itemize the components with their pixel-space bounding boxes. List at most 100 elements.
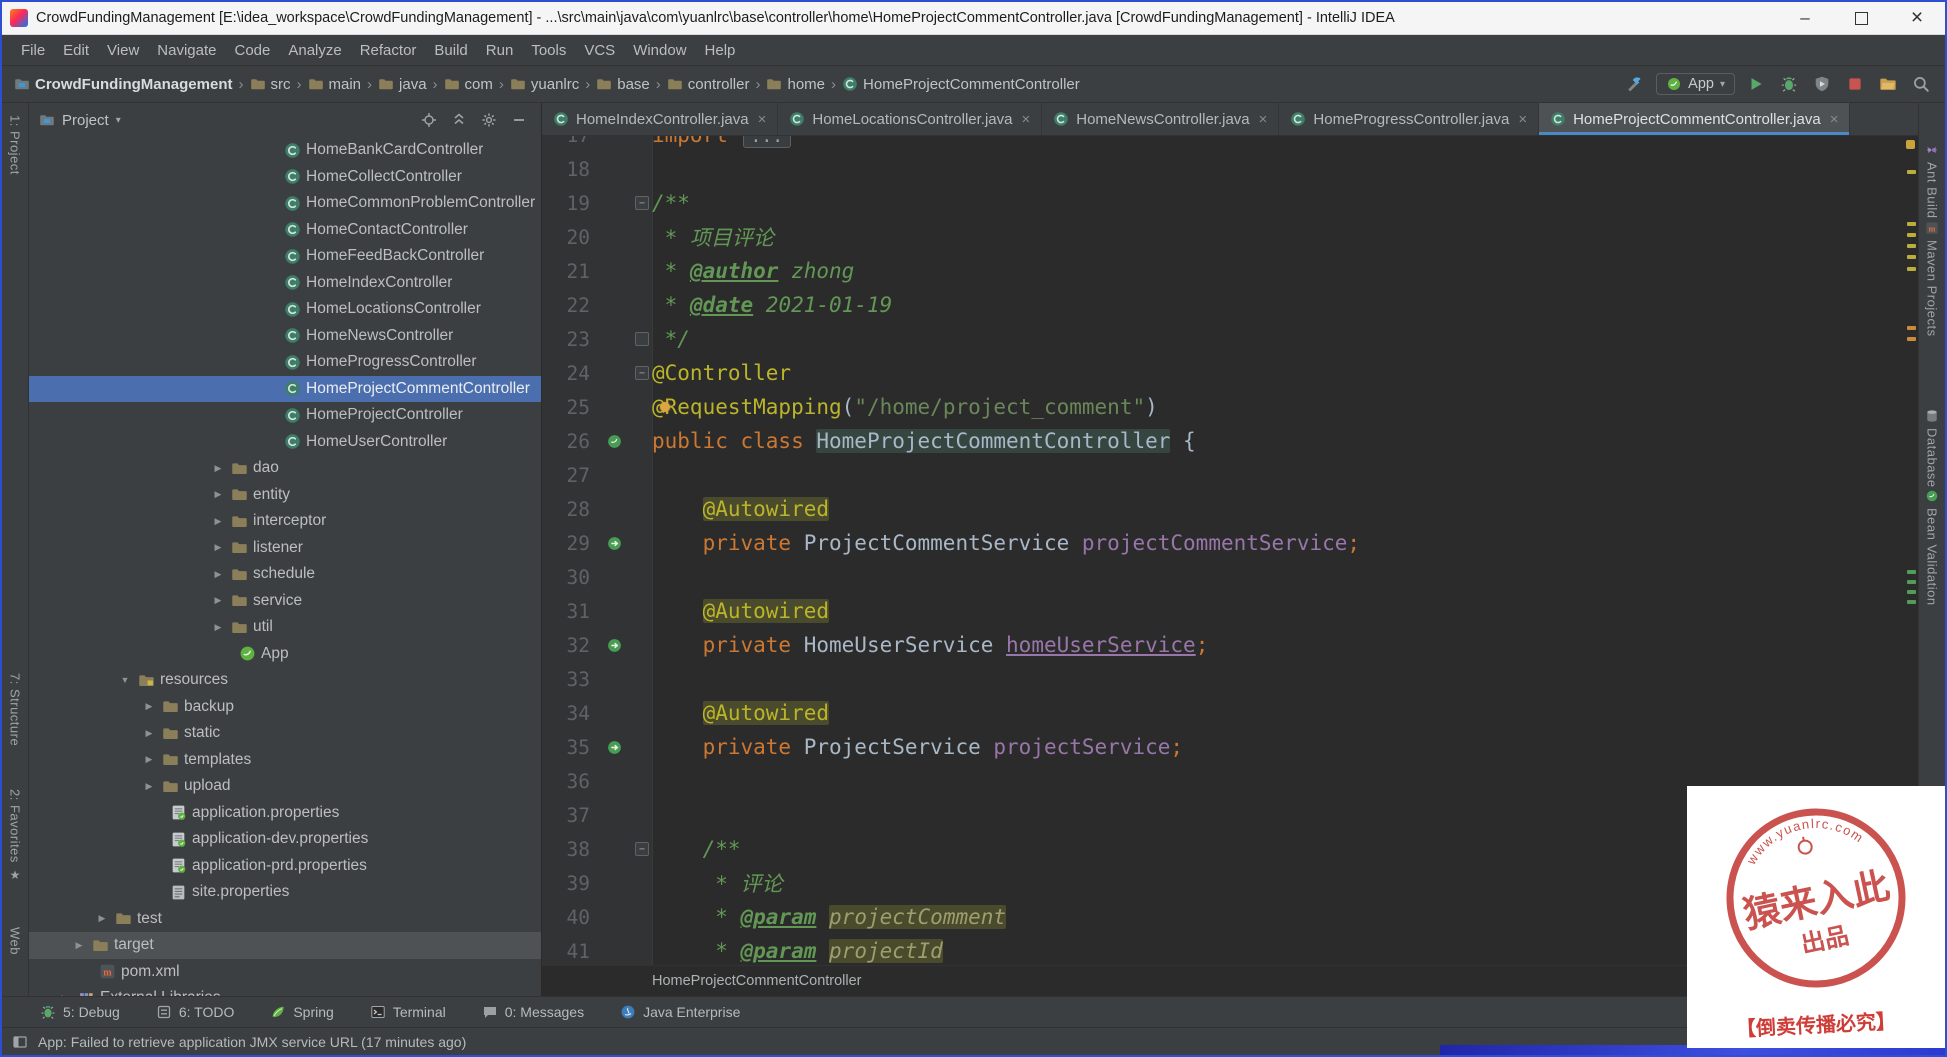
tree-item-HomeProjectCommentController[interactable]: HomeProjectCommentController [29,375,541,402]
hide-panel-button[interactable] [507,108,531,132]
menu-item-View[interactable]: View [98,38,148,63]
chevron-collapsed-icon[interactable]: ▶ [210,622,226,633]
tree-item-test[interactable]: ▶ test [29,906,541,933]
tree-item-pom.xml[interactable]: m pom.xml [29,959,541,986]
chevron-collapsed-icon[interactable]: ▶ [210,542,226,553]
chevron-collapsed-icon[interactable]: ▶ [210,569,226,580]
stop-button[interactable] [1843,72,1867,96]
fold-marker[interactable]: − [635,196,649,210]
tree-item-HomeProgressController[interactable]: HomeProgressController [29,349,541,376]
tree-item-util[interactable]: ▶ util [29,614,541,641]
breadcrumb-main[interactable]: main [308,76,361,93]
bean-icon[interactable] [606,433,623,450]
tree-item-HomeCommonProblemController[interactable]: HomeCommonProblemController [29,190,541,217]
settings-gear-button[interactable] [477,108,501,132]
stripe-button-7: Structure[interactable]: 7: Structure [2,673,28,746]
fold-marker[interactable]: − [635,842,649,856]
tree-item-HomeFeedBackController[interactable]: HomeFeedBackController [29,243,541,270]
minimize-button[interactable]: – [1777,2,1833,34]
tree-item-entity[interactable]: ▶ entity [29,482,541,509]
tree-item-HomeCollectController[interactable]: HomeCollectController [29,164,541,191]
autowire-icon[interactable] [606,535,623,552]
tree-item-upload[interactable]: ▶ upload [29,773,541,800]
tree-item-listener[interactable]: ▶ listener [29,535,541,562]
run-button[interactable] [1744,72,1768,96]
stripe-button-Web[interactable]: Web [2,927,28,955]
tree-item-application-prd.properties[interactable]: application-prd.properties [29,853,541,880]
tree-item-dao[interactable]: ▶ dao [29,455,541,482]
tree-item-App[interactable]: App [29,641,541,668]
chevron-collapsed-icon[interactable]: ▶ [210,489,226,500]
chevron-collapsed-icon[interactable]: ▶ [210,516,226,527]
toolwindow-button-0: Messages[interactable]: 0: Messages [482,1004,584,1020]
toolwindow-button-Java Enterprise[interactable]: Java Enterprise [620,1004,740,1020]
breadcrumb-CrowdFundingManagement[interactable]: CrowdFundingManagement [14,76,233,93]
chevron-collapsed-icon[interactable]: ▶ [71,940,87,951]
tree-item-HomeIndexController[interactable]: HomeIndexController [29,270,541,297]
chevron-collapsed-icon[interactable]: ▶ [141,781,157,792]
toolwindow-toggle-icon[interactable] [12,1034,28,1050]
fold-marker[interactable] [635,332,649,346]
tree-item-backup[interactable]: ▶ backup [29,694,541,721]
breadcrumb-yuanlrc[interactable]: yuanlrc [510,76,579,93]
chevron-expanded-icon[interactable]: ▼ [117,675,133,685]
tree-item-HomeUserController[interactable]: HomeUserController [29,429,541,456]
breadcrumb-com[interactable]: com [444,76,493,93]
close-icon[interactable]: × [1830,111,1839,128]
editor-breadcrumb-item[interactable]: HomeProjectCommentController [652,973,862,989]
panel-title[interactable]: Project [62,112,109,129]
toolwindow-button-Terminal[interactable]: Terminal [370,1004,446,1020]
stripe-button-Bean Validation[interactable]: Bean Validation [1919,489,1945,606]
chevron-collapsed-icon[interactable]: ▶ [141,701,157,712]
tree-item-External Libraries[interactable]: ▶ External Libraries [29,985,541,996]
menu-item-VCS[interactable]: VCS [575,38,624,63]
breadcrumb-base[interactable]: base [596,76,650,93]
tab-HomeProjectCommentController.java[interactable]: HomeProjectCommentController.java × [1539,103,1851,135]
tab-HomeLocationsController.java[interactable]: HomeLocationsController.java × [778,103,1043,135]
tree-item-target[interactable]: ▶ target [29,932,541,959]
toolwindow-button-5: Debug[interactable]: 5: Debug [40,1004,120,1020]
menu-item-Refactor[interactable]: Refactor [351,38,426,63]
autowire-icon[interactable] [606,739,623,756]
tab-HomeProgressController.java[interactable]: HomeProgressController.java × [1279,103,1540,135]
tab-HomeIndexController.java[interactable]: HomeIndexController.java × [542,103,779,135]
chevron-collapsed-icon[interactable]: ▶ [57,993,73,996]
tree-item-application-dev.properties[interactable]: application-dev.properties [29,826,541,853]
debug-button[interactable] [1777,72,1801,96]
chevron-collapsed-icon[interactable]: ▶ [141,728,157,739]
tree-item-HomeLocationsController[interactable]: HomeLocationsController [29,296,541,323]
stripe-button-2: Favorites[interactable]: 2: Favorites ★ [2,789,28,882]
menu-item-Build[interactable]: Build [425,38,476,63]
menu-item-Tools[interactable]: Tools [522,38,575,63]
run-config-selector[interactable]: App ▾ [1656,73,1735,95]
locate-button[interactable] [417,108,441,132]
tree-item-HomeContactController[interactable]: HomeContactController [29,217,541,244]
tree-item-static[interactable]: ▶ static [29,720,541,747]
chevron-collapsed-icon[interactable]: ▶ [210,595,226,606]
search-button[interactable] [1909,72,1933,96]
breadcrumb-src[interactable]: src [250,76,291,93]
fold-marker[interactable]: − [635,366,649,380]
menu-item-Help[interactable]: Help [696,38,745,63]
stripe-button-Maven Projects[interactable]: m Maven Projects [1919,221,1945,337]
toolwindow-button-Spring[interactable]: Spring [270,1004,334,1020]
tree-item-application.properties[interactable]: application.properties [29,800,541,827]
tree-item-site.properties[interactable]: site.properties [29,879,541,906]
tree-item-HomeNewsController[interactable]: HomeNewsController [29,323,541,350]
tree-item-interceptor[interactable]: ▶ interceptor [29,508,541,535]
maximize-button[interactable] [1833,2,1889,34]
menu-item-Analyze[interactable]: Analyze [279,38,350,63]
menu-item-File[interactable]: File [12,38,54,63]
menu-item-Window[interactable]: Window [624,38,695,63]
coverage-button[interactable] [1810,72,1834,96]
tree-item-HomeBankCardController[interactable]: HomeBankCardController [29,137,541,164]
collapse-all-button[interactable] [447,108,471,132]
menu-item-Edit[interactable]: Edit [54,38,98,63]
close-button[interactable]: × [1889,2,1945,34]
autowire-icon[interactable] [606,637,623,654]
breadcrumb-controller[interactable]: controller [667,76,749,93]
tree-item-templates[interactable]: ▶ templates [29,747,541,774]
chevron-collapsed-icon[interactable]: ▶ [94,913,110,924]
toolwindow-button-6: TODO[interactable]: 6: TODO [156,1004,234,1020]
close-icon[interactable]: × [1259,111,1268,128]
